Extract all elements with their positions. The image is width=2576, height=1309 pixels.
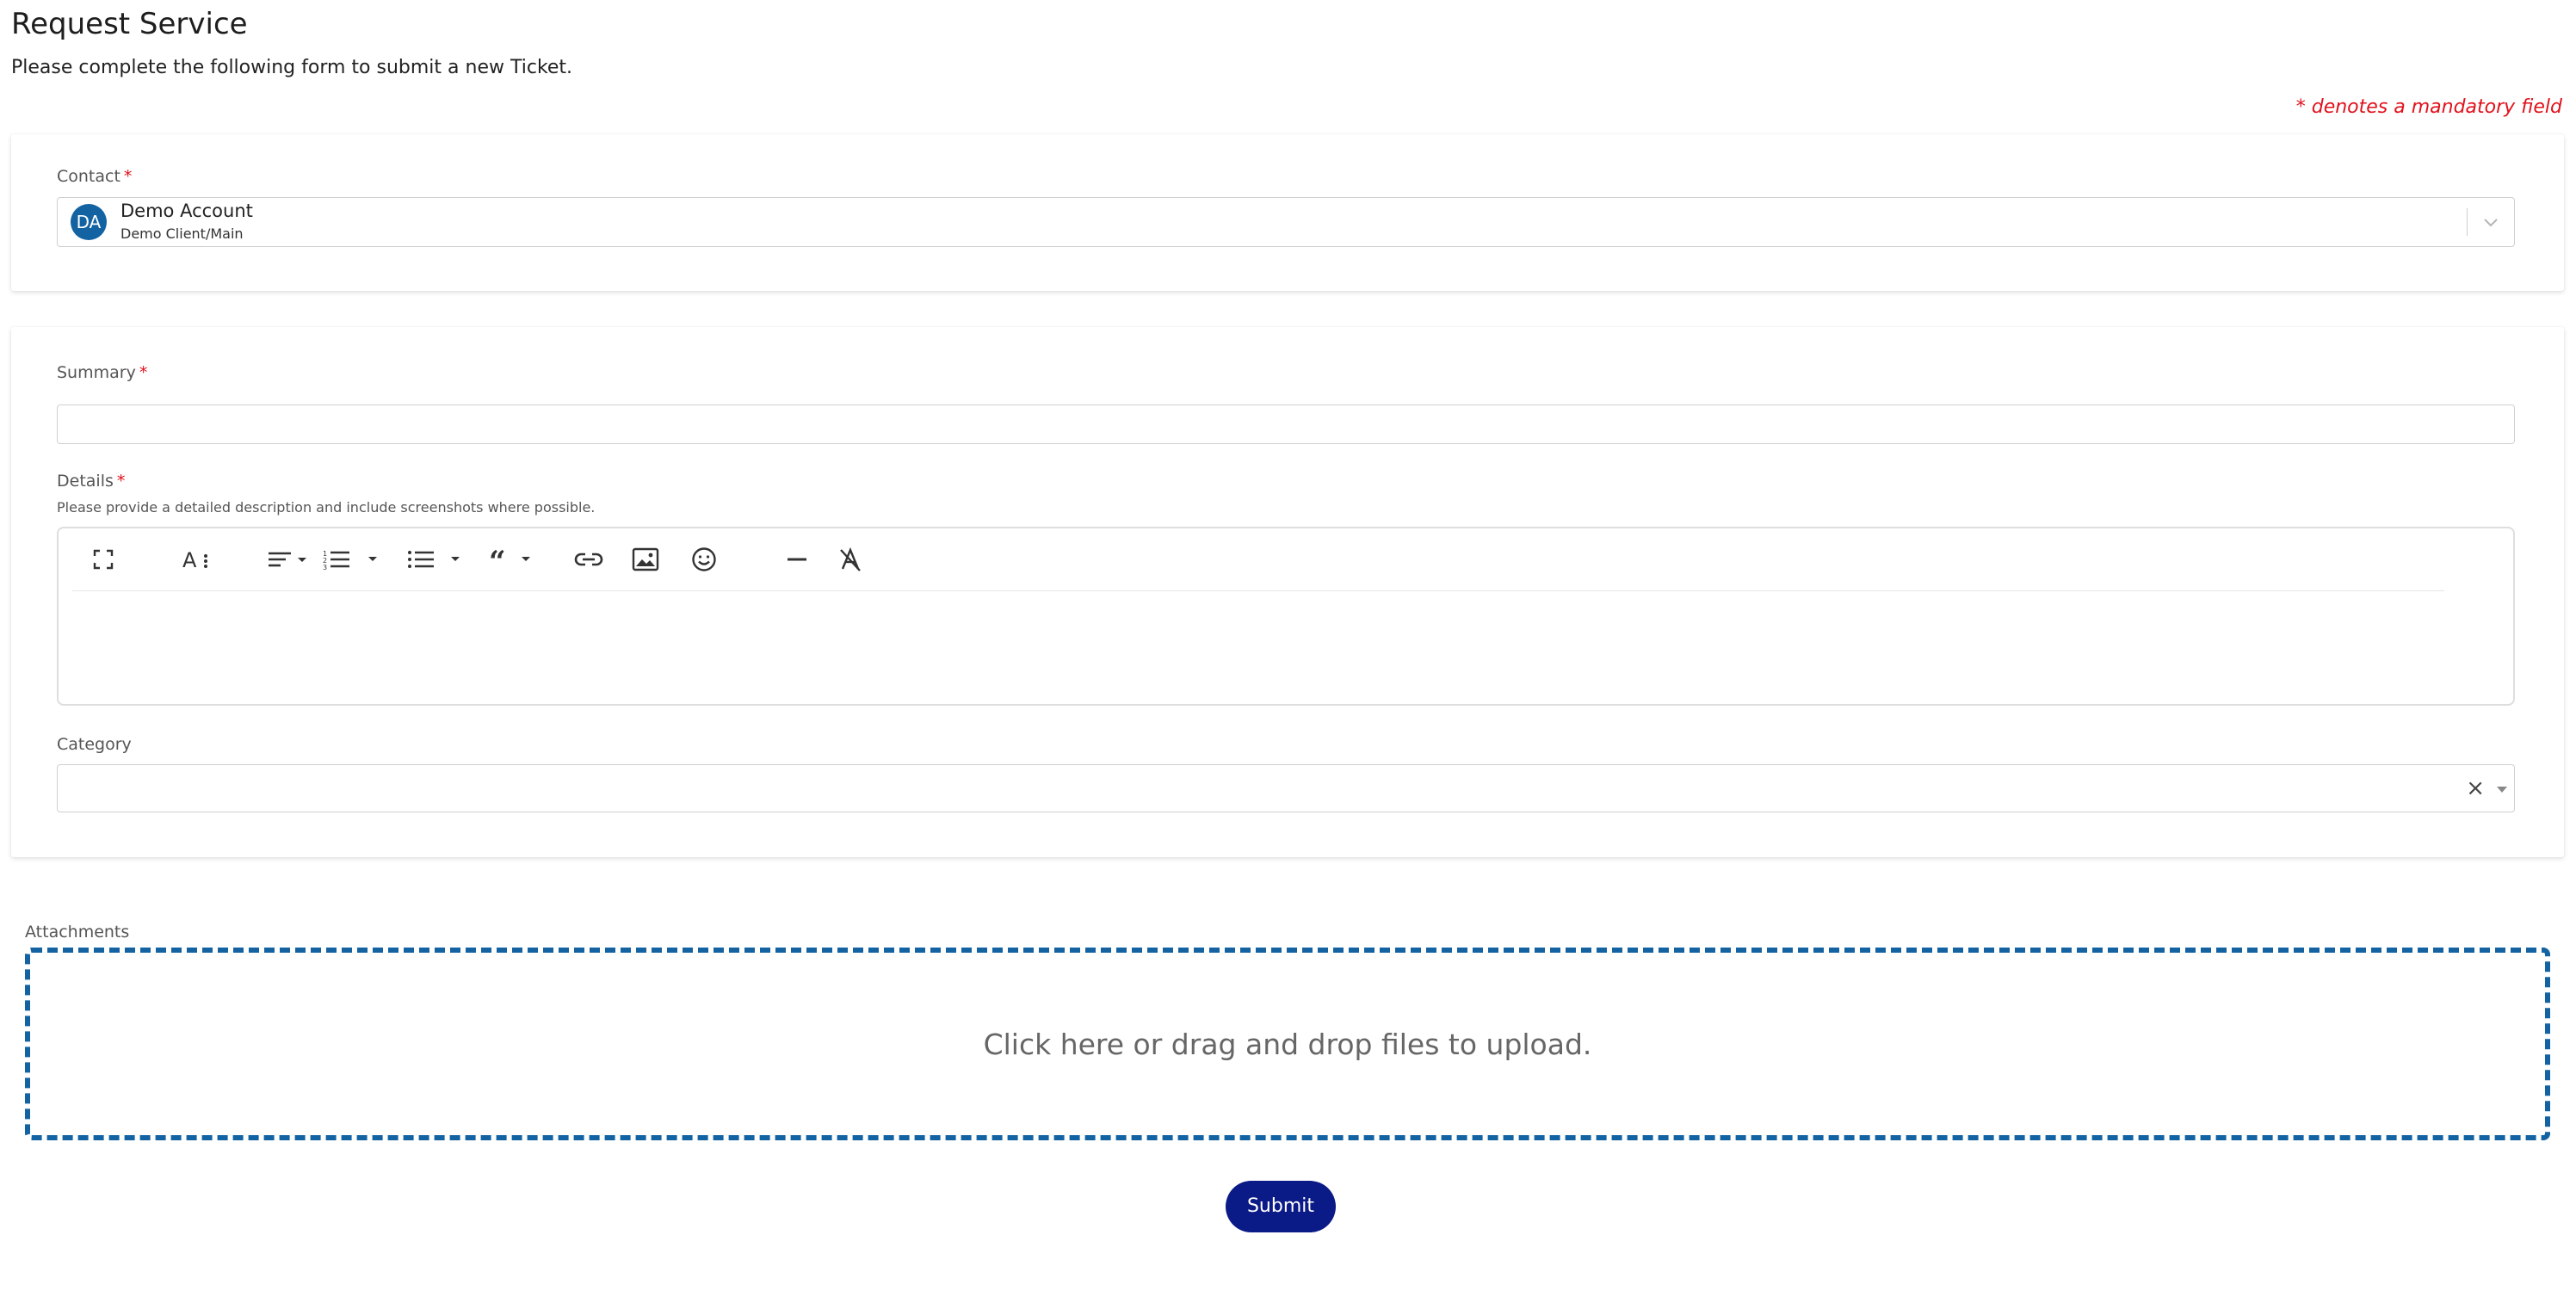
summary-label-text: Summary [57,363,136,382]
required-marker: * [139,363,148,382]
attachments-dropzone[interactable]: Click here or drag and drop files to upl… [25,948,2550,1140]
clear-format-icon[interactable] [833,544,868,575]
details-label: Details * [57,472,125,491]
image-icon[interactable] [628,544,663,575]
contact-sub: Demo Client/Main [120,225,244,242]
details-editor[interactable]: A 1 2 3 “ [57,527,2515,706]
mandatory-note: * denotes a mandatory field [2295,96,2562,118]
emoji-icon[interactable] [687,544,721,575]
contact-select[interactable]: DA Demo Account Demo Client/Main [57,197,2515,247]
contact-card: Contact * DA Demo Account Demo Client/Mai… [11,134,2564,291]
page-title: Request Service [11,7,248,41]
attachments-label: Attachments [25,923,130,942]
details-label-text: Details [57,472,114,491]
blockquote-icon[interactable]: “ [489,544,537,575]
details-help-text: Please provide a detailed description an… [57,499,596,516]
ticket-details-card: Summary * Details * Please provide a detai… [11,327,2564,857]
align-icon[interactable] [265,544,310,575]
required-marker: * [123,167,133,186]
unordered-list-icon[interactable] [406,544,470,575]
dropzone-text: Click here or drag and drop files to upl… [983,1027,1592,1061]
link-icon[interactable] [571,544,606,575]
svg-text:A: A [182,548,197,572]
submit-button[interactable]: Submit [1226,1181,1336,1232]
fullscreen-icon[interactable] [90,544,117,575]
svg-text:3: 3 [323,564,327,571]
clear-icon[interactable]: × [2466,775,2485,801]
horizontal-rule-icon[interactable] [780,544,814,575]
request-service-page: Request Service Please complete the foll… [0,0,2576,1309]
contact-name: Demo Account [120,201,253,221]
summary-input[interactable] [57,404,2515,444]
contact-label-text: Contact [57,167,120,186]
category-select[interactable]: × [57,764,2515,812]
ordered-list-icon[interactable]: 1 2 3 [322,544,386,575]
select-divider [2467,208,2468,236]
details-editor-area[interactable] [72,592,2499,701]
font-size-icon[interactable]: A [179,544,213,575]
summary-label: Summary * [57,363,147,382]
contact-label: Contact * [57,167,132,186]
editor-toolbar: A 1 2 3 “ [72,528,2444,591]
svg-text:“: “ [489,547,506,571]
caret-down-icon[interactable] [2497,787,2507,793]
avatar: DA [71,204,107,240]
page-subtitle: Please complete the following form to su… [11,57,573,78]
required-marker: * [116,472,126,491]
category-label: Category [57,735,132,754]
chevron-down-icon[interactable] [2480,212,2502,234]
